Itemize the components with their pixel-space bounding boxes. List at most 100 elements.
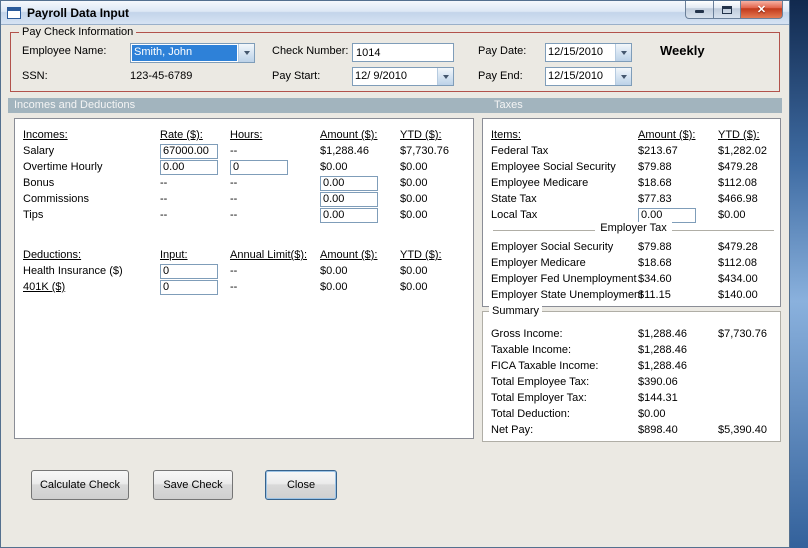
summary-row-taxable: Taxable Income: $1,288.46 xyxy=(491,342,780,358)
col-header: YTD ($): xyxy=(718,129,760,141)
pay-date-label: Pay Date: xyxy=(478,45,527,57)
cell-label: Employer Social Security xyxy=(491,241,614,253)
pay-start-picker[interactable]: 12/ 9/2010 xyxy=(352,67,454,86)
cell-ytd: $0.00 xyxy=(400,193,428,205)
tips-amount-input[interactable] xyxy=(320,207,378,223)
employee-name-combo[interactable]: Smith, John xyxy=(130,43,255,63)
cell-amount: $0.00 xyxy=(320,161,348,173)
cell-ytd: $434.00 xyxy=(718,273,758,285)
col-header: YTD ($): xyxy=(400,129,442,141)
cell-ytd: $5,390.40 xyxy=(718,424,767,436)
tax-row-employer-fed-unemployment: Employer Fed Unemployment $34.60 $434.00 xyxy=(491,271,780,287)
cell-rate: -- xyxy=(160,193,168,205)
taxes-section-header: Taxes xyxy=(494,99,523,111)
payroll-window: Payroll Data Input ✕ Pay Check Informati… xyxy=(0,0,790,548)
cell-amount: $1,288.46 xyxy=(638,344,687,356)
401k-input[interactable] xyxy=(160,279,218,295)
cell-ytd: $112.08 xyxy=(718,257,757,269)
minimize-icon xyxy=(695,10,704,13)
income-row-overtime: Overtime Hourly $0.00 $0.00 xyxy=(23,159,473,175)
tax-row-state: State Tax $77.83 $466.98 xyxy=(491,191,780,207)
incomes-header-row: Incomes: Rate ($): Hours: Amount ($): YT… xyxy=(23,127,473,143)
window-close-button[interactable]: ✕ xyxy=(741,1,783,19)
pay-end-picker[interactable]: 12/15/2010 xyxy=(545,67,632,86)
window-title: Payroll Data Input xyxy=(27,5,130,20)
bonus-amount-input[interactable] xyxy=(320,175,378,191)
overtime-hours-input[interactable] xyxy=(230,159,288,175)
salary-rate-input[interactable] xyxy=(160,143,218,159)
cell-ytd: $7,730.76 xyxy=(718,328,767,340)
cell-rate: -- xyxy=(160,209,168,221)
cell-label: Total Deduction: xyxy=(491,408,570,420)
check-number-input[interactable] xyxy=(352,43,454,62)
close-button[interactable]: Close xyxy=(265,470,337,500)
cell-label: Employee Social Security xyxy=(491,161,616,173)
cell-amount: $0.00 xyxy=(320,281,348,293)
pay-date-picker[interactable]: 12/15/2010 xyxy=(545,43,632,62)
cell-label: Overtime Hourly xyxy=(23,161,103,173)
employer-tax-header: Employer Tax xyxy=(595,222,672,234)
cell-amount: $77.83 xyxy=(638,193,672,205)
section-header-band: Incomes and Deductions Taxes xyxy=(8,98,782,113)
pay-end-label: Pay End: xyxy=(478,70,523,82)
cell-label: Total Employer Tax: xyxy=(491,392,587,404)
overtime-rate-input[interactable] xyxy=(160,159,218,175)
cell-label: Bonus xyxy=(23,177,55,189)
pay-date-value: 12/15/2010 xyxy=(548,46,604,58)
cell-amount: $390.06 xyxy=(638,376,678,388)
pay-end-value: 12/15/2010 xyxy=(548,70,604,82)
cell-ytd: $0.00 xyxy=(400,265,428,277)
cell-label: FICA Taxable Income: xyxy=(491,360,599,372)
summary-row-gross: Gross Income: $1,288.46 $7,730.76 xyxy=(491,326,780,342)
cell-label: Gross Income: xyxy=(491,328,563,340)
minimize-button[interactable] xyxy=(685,1,714,19)
pay-frequency-label: Weekly xyxy=(660,43,705,58)
tax-row-employer-ss: Employer Social Security $79.88 $479.28 xyxy=(491,239,780,255)
col-header: Amount ($): xyxy=(320,129,378,141)
cell-label: Employer Medicare xyxy=(491,257,586,269)
cell-hours: -- xyxy=(230,177,238,189)
cell-label: Employer State Unemployment xyxy=(491,289,644,301)
cell-limit: -- xyxy=(230,265,238,277)
cell-label: Employer Fed Unemployment xyxy=(491,273,637,285)
cell-label: Health Insurance ($) xyxy=(23,265,123,277)
cell-amount: $11.15 xyxy=(638,289,671,301)
401k-link[interactable]: 401K ($) xyxy=(23,281,160,293)
commissions-amount-input[interactable] xyxy=(320,191,378,207)
cell-hours: -- xyxy=(230,209,238,221)
pay-start-label: Pay Start: xyxy=(272,70,321,82)
local-tax-input[interactable] xyxy=(638,207,696,223)
cell-ytd: $466.98 xyxy=(718,193,758,205)
employee-name-label: Employee Name: xyxy=(22,45,107,57)
cell-label: Net Pay: xyxy=(491,424,534,436)
income-row-salary: Salary -- $1,288.46 $7,730.76 xyxy=(23,143,473,159)
cell-ytd: $140.00 xyxy=(718,289,758,301)
close-icon: ✕ xyxy=(756,4,767,16)
health-insurance-input[interactable] xyxy=(160,263,218,279)
tax-row-employee-ss: Employee Social Security $79.88 $479.28 xyxy=(491,159,780,175)
col-header: Hours: xyxy=(230,129,263,141)
cell-ytd: $0.00 xyxy=(400,209,428,221)
tax-row-federal: Federal Tax $213.67 $1,282.02 xyxy=(491,143,780,159)
cell-ytd: $112.08 xyxy=(718,177,757,189)
col-header: Items: xyxy=(491,129,521,141)
cell-ytd: $7,730.76 xyxy=(400,145,449,157)
cell-label: Total Employee Tax: xyxy=(491,376,590,388)
summary-row-total-deduction: Total Deduction: $0.00 xyxy=(491,406,780,422)
cell-label: Tips xyxy=(23,209,44,221)
summary-row-net-pay: Net Pay: $898.40 $5,390.40 xyxy=(491,422,780,438)
check-number-label: Check Number: xyxy=(272,45,349,57)
maximize-button[interactable] xyxy=(714,1,741,19)
cell-hours: -- xyxy=(230,145,238,157)
cell-amount: $1,288.46 xyxy=(320,145,369,157)
tax-row-employer-medicare: Employer Medicare $18.68 $112.08 xyxy=(491,255,780,271)
pay-start-value: 12/ 9/2010 xyxy=(355,70,407,82)
summary-row-total-employer-tax: Total Employer Tax: $144.31 xyxy=(491,390,780,406)
cell-label: Taxable Income: xyxy=(491,344,572,356)
titlebar[interactable]: Payroll Data Input ✕ xyxy=(1,1,789,25)
incomes-deductions-panel: Incomes: Rate ($): Hours: Amount ($): YT… xyxy=(14,118,474,439)
cell-limit: -- xyxy=(230,281,238,293)
save-check-button[interactable]: Save Check xyxy=(153,470,233,500)
cell-ytd: $0.00 xyxy=(400,161,428,173)
calculate-check-button[interactable]: Calculate Check xyxy=(31,470,129,500)
